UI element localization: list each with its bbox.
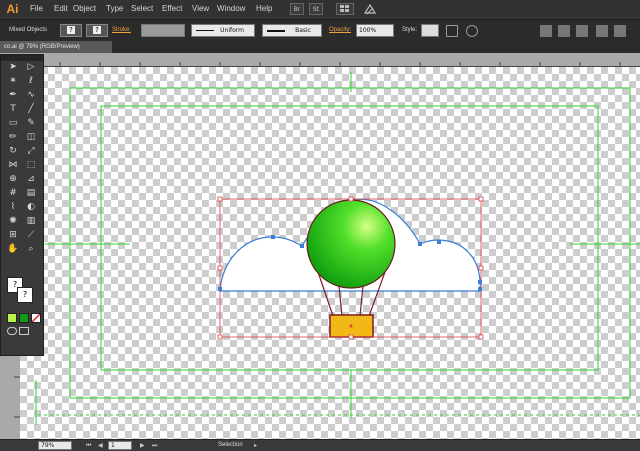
blend-tool-icon[interactable]: ◐ <box>23 201 39 214</box>
menu-file[interactable]: File <box>30 4 43 13</box>
horizontal-ruler[interactable] <box>0 53 640 67</box>
graph-tool-icon[interactable]: ▥ <box>23 215 39 228</box>
align-center-icon[interactable] <box>558 25 570 37</box>
width-tool-icon[interactable]: ⋈ <box>5 159 21 172</box>
previous-artboard-icon[interactable]: ◀ <box>98 442 103 449</box>
brush-label: Basic <box>295 27 311 34</box>
fill-swatch[interactable]: ? <box>60 24 82 37</box>
align-left-icon[interactable] <box>540 25 552 37</box>
balloon-envelope <box>306 199 396 289</box>
hand-tool-icon[interactable]: ✋ <box>5 243 21 256</box>
stock-button[interactable]: St <box>309 3 323 15</box>
app-logo: Ai <box>6 2 19 16</box>
magic-wand-tool-icon[interactable]: ✶ <box>5 75 21 88</box>
graphic-style-swatch[interactable] <box>421 24 439 37</box>
menu-select[interactable]: Select <box>131 4 153 13</box>
last-artboard-icon[interactable]: ⏭ <box>152 442 157 450</box>
menu-edit[interactable]: Edit <box>54 4 68 13</box>
stroke-label[interactable]: Stroke: <box>112 27 131 33</box>
variable-width-profile[interactable]: Uniform <box>191 24 255 37</box>
selection-type-label: Mixed Objects <box>9 27 48 33</box>
pencil-tool-icon[interactable]: ✏ <box>5 131 21 144</box>
style-label: Style: <box>402 27 418 33</box>
menu-view[interactable]: View <box>192 4 209 13</box>
zoom-level-field[interactable]: 79% <box>38 441 72 450</box>
eraser-tool-icon[interactable]: ◫ <box>23 131 39 144</box>
pen-tool-icon[interactable]: ✒ <box>5 89 21 102</box>
curvature-tool-icon[interactable]: ∿ <box>23 89 39 102</box>
stroke-color-box[interactable]: ? <box>17 287 33 303</box>
mesh-tool-icon[interactable]: # <box>5 187 21 200</box>
screen-mode-icon[interactable] <box>19 327 29 335</box>
gradient-tool-icon[interactable]: ▤ <box>23 187 39 200</box>
stroke-swatch[interactable]: ? <box>86 24 108 37</box>
first-artboard-icon[interactable]: ⏮ <box>86 442 91 450</box>
menu-help[interactable]: Help <box>256 4 272 13</box>
stroke-unknown-icon: ? <box>93 26 101 34</box>
menu-effect[interactable]: Effect <box>162 4 182 13</box>
free-transform-tool-icon[interactable]: ⬚ <box>23 159 39 172</box>
stroke-weight-field[interactable] <box>141 24 185 37</box>
align-bottom-icon[interactable] <box>614 25 626 37</box>
artboard-number-field[interactable]: 1 <box>108 441 132 450</box>
current-tool-status[interactable]: Selection <box>218 442 243 448</box>
menu-window[interactable]: Window <box>217 4 245 13</box>
draw-mode-icon[interactable] <box>7 327 17 335</box>
arrange-documents-icon[interactable] <box>336 3 354 15</box>
artboard-tool-icon[interactable]: ⊞ <box>5 229 21 242</box>
rotate-tool-icon[interactable]: ↻ <box>5 145 21 158</box>
eyedropper-tool-icon[interactable]: ⌇ <box>5 201 21 214</box>
profile-line-icon <box>196 30 214 31</box>
rectangle-tool-icon[interactable]: ▭ <box>5 117 21 130</box>
menu-bar: Ai File Edit Object Type Select Effect V… <box>0 0 640 19</box>
zoom-tool-icon[interactable]: ⌕ <box>23 243 39 256</box>
align-right-icon[interactable] <box>576 25 588 37</box>
lasso-tool-icon[interactable]: ℓ <box>23 75 39 88</box>
color-mode-icon[interactable] <box>7 313 17 323</box>
opacity-field[interactable]: 100% <box>356 24 394 37</box>
opacity-label[interactable]: Opacity: <box>329 27 351 33</box>
variable-width-label: Uniform <box>220 27 244 34</box>
scale-tool-icon[interactable]: ⤢ <box>23 145 39 158</box>
bridge-button[interactable]: Br <box>290 3 304 15</box>
document-setup-icon[interactable] <box>446 25 458 37</box>
tools-panel: ➤ ▷ ✶ ℓ ✒ ∿ T ╱ ▭ ✎ ✏ ◫ ↻ ⤢ ⋈ ⬚ ⊕ ⊿ # ▤ … <box>0 54 44 356</box>
artboard-canvas[interactable] <box>20 67 640 439</box>
basket-center-point <box>349 324 353 328</box>
fill-unknown-icon: ? <box>67 26 75 34</box>
status-bar: 79% ⏮ ◀ 1 ▶ ⏭ Selection ▸ <box>0 439 640 451</box>
next-artboard-icon[interactable]: ▶ <box>140 442 145 449</box>
control-bar: Mixed Objects ? ? Stroke: Uniform Basic … <box>0 19 640 42</box>
align-top-icon[interactable] <box>596 25 608 37</box>
symbol-sprayer-tool-icon[interactable]: ✺ <box>5 215 21 228</box>
direct-selection-tool-icon[interactable]: ▷ <box>23 61 39 74</box>
line-tool-icon[interactable]: ╱ <box>23 103 39 116</box>
gpu-performance-icon[interactable] <box>363 3 377 16</box>
status-menu-arrow-icon[interactable]: ▸ <box>254 442 257 449</box>
slice-tool-icon[interactable]: ⟋ <box>23 229 39 242</box>
perspective-tool-icon[interactable]: ⊿ <box>23 173 39 186</box>
menu-object[interactable]: Object <box>73 4 96 13</box>
document-tab[interactable]: co.ai @ 79% (RGB/Preview) <box>0 41 112 53</box>
menu-type[interactable]: Type <box>106 4 123 13</box>
brush-definition[interactable]: Basic <box>262 24 322 37</box>
selection-tool-icon[interactable]: ➤ <box>5 61 21 74</box>
shape-builder-tool-icon[interactable]: ⊕ <box>5 173 21 186</box>
gradient-mode-icon[interactable] <box>19 313 29 323</box>
artwork <box>35 72 640 425</box>
type-tool-icon[interactable]: T <box>5 103 21 116</box>
none-mode-icon[interactable] <box>31 313 41 323</box>
brush-line-icon <box>267 30 285 32</box>
recolor-icon[interactable] <box>466 25 478 37</box>
paintbrush-tool-icon[interactable]: ✎ <box>23 117 39 130</box>
